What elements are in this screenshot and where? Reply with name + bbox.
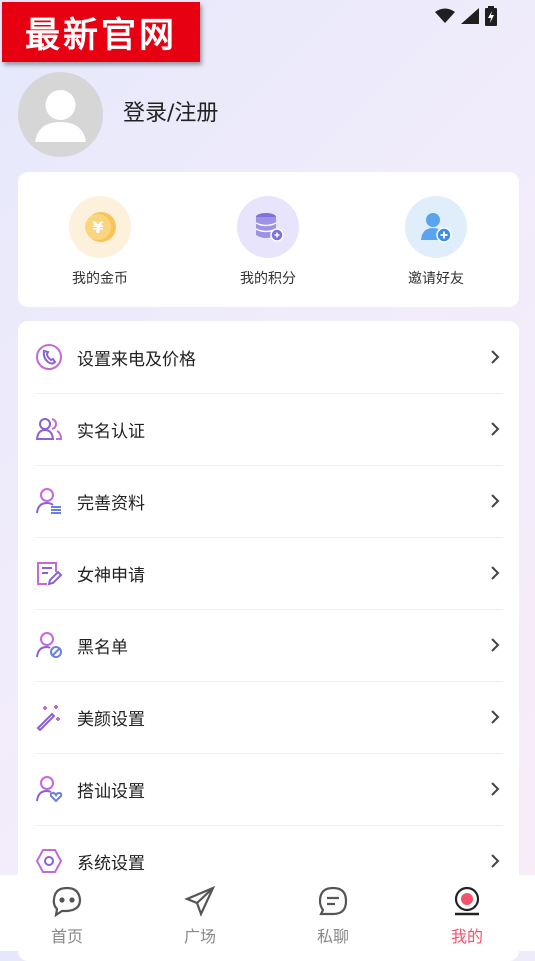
form-edit-icon [34, 558, 64, 588]
invite-friends-item[interactable]: 邀请好友 [376, 196, 496, 288]
bottom-tab-bar: 首页 广场 私聊 我的 [0, 875, 535, 951]
menu-item-complete-profile[interactable]: 完善资料 [34, 465, 503, 538]
menu-item-label: 实名认证 [77, 421, 145, 442]
chevron-right-icon [491, 782, 500, 796]
send-plane-icon [184, 885, 216, 917]
brand-badge: 最新官网 [2, 2, 200, 62]
my-points-item[interactable]: 我的积分 [208, 196, 328, 288]
chat-bubble-icon [52, 886, 82, 918]
signal-icon [461, 8, 479, 24]
my-coins-label: 我的金币 [72, 271, 128, 287]
my-coins-item[interactable]: ¥ 我的金币 [40, 196, 160, 288]
invite-friends-label: 邀请好友 [408, 271, 464, 287]
wifi-icon [435, 8, 455, 23]
tab-label: 广场 [183, 927, 216, 946]
wallet-card: ¥ 我的金币 我的积分 邀请好友 [18, 172, 519, 307]
tab-label: 私聊 [316, 927, 349, 946]
chevron-right-icon [491, 710, 500, 724]
chevron-right-icon [491, 854, 500, 868]
tab-label: 首页 [50, 927, 83, 946]
menu-item-label: 设置来电及价格 [77, 349, 196, 370]
my-points-label: 我的积分 [240, 271, 296, 287]
coin-icon: ¥ [69, 196, 131, 258]
menu-item-greeting-settings[interactable]: 搭讪设置 [34, 753, 503, 826]
chevron-right-icon [491, 566, 500, 580]
profile-edit-icon [34, 486, 64, 516]
default-avatar-icon [35, 90, 86, 142]
menu-item-label: 完善资料 [77, 493, 145, 514]
menu-item-goddess-apply[interactable]: 女神申请 [34, 537, 503, 610]
tab-square[interactable]: 广场 [155, 885, 245, 947]
menu-item-label: 黑名单 [77, 637, 128, 658]
settings-menu: 设置来电及价格 实名认证 完善资料 女神申请 黑名单 美颜设置 搭讪设置 系统设… [18, 321, 519, 961]
users-icon [34, 414, 64, 444]
chevron-right-icon [491, 422, 500, 436]
user-block-icon [34, 630, 64, 660]
tab-home[interactable]: 首页 [22, 885, 112, 947]
menu-item-label: 女神申请 [77, 565, 145, 586]
magic-wand-icon [34, 702, 64, 732]
chevron-right-icon [491, 350, 500, 364]
avatar[interactable] [18, 72, 103, 157]
chevron-right-icon [491, 638, 500, 652]
phone-call-icon [34, 342, 64, 372]
menu-item-label: 搭讪设置 [77, 781, 145, 802]
profile-icon [454, 886, 480, 916]
invite-user-icon [405, 196, 467, 258]
hex-settings-icon [34, 846, 64, 876]
points-database-icon [237, 196, 299, 258]
menu-item-label: 系统设置 [77, 853, 145, 874]
tab-mine[interactable]: 我的 [422, 885, 512, 947]
menu-item-label: 美颜设置 [77, 709, 145, 730]
svg-text:¥: ¥ [92, 218, 103, 237]
menu-item-beauty-settings[interactable]: 美颜设置 [34, 681, 503, 754]
tab-private-chat[interactable]: 私聊 [288, 885, 378, 947]
login-register-link[interactable]: 登录/注册 [123, 95, 218, 127]
message-icon [318, 886, 348, 916]
tab-label: 我的 [450, 927, 483, 946]
menu-item-blacklist[interactable]: 黑名单 [34, 609, 503, 682]
menu-item-real-name[interactable]: 实名认证 [34, 393, 503, 466]
user-heart-icon [34, 774, 64, 804]
status-bar [435, 6, 497, 26]
menu-item-call-price[interactable]: 设置来电及价格 [34, 321, 503, 394]
battery-icon [485, 6, 497, 26]
chevron-right-icon [491, 494, 500, 508]
